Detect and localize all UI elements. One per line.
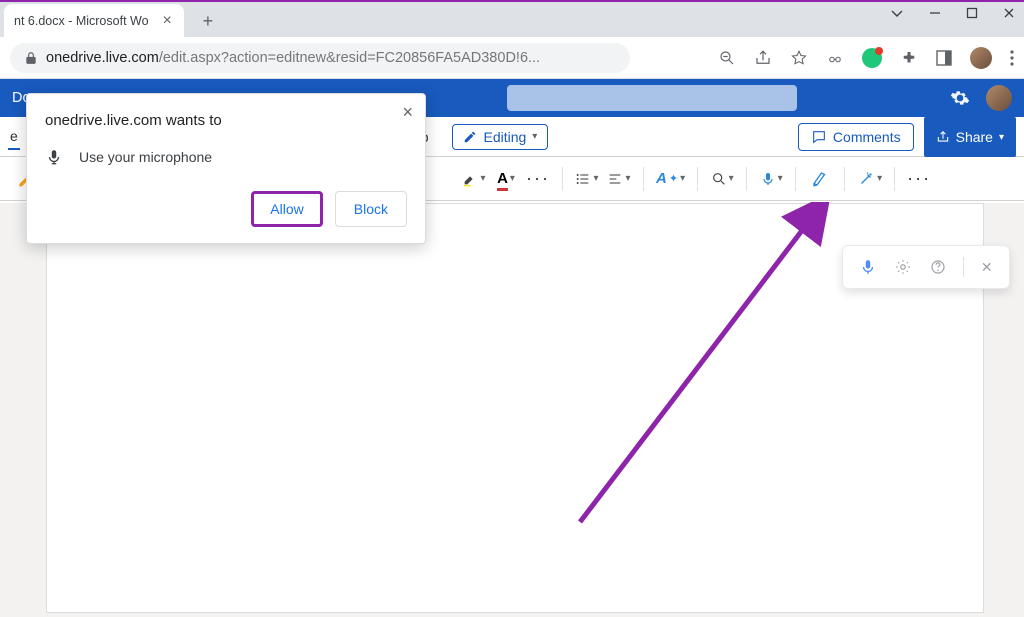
- permission-line: Use your microphone: [45, 147, 407, 167]
- browser-titlebar: nt 6.docx - Microsoft Wo × +: [0, 2, 1024, 37]
- maximize-icon[interactable]: [966, 7, 978, 19]
- align-button[interactable]: ▾: [605, 165, 633, 193]
- highlight-button[interactable]: ▾: [460, 165, 488, 193]
- dictate-button[interactable]: ▾: [757, 165, 785, 193]
- sidepanel-icon[interactable]: [936, 50, 952, 66]
- permission-dialog: × onedrive.live.com wants to Use your mi…: [26, 93, 426, 244]
- url-path: /edit.aspx?action=editnew&resid=FC20856F…: [159, 50, 540, 66]
- address-icons: [718, 47, 1014, 69]
- chevron-down-icon: ▾: [532, 131, 537, 142]
- dictation-close-icon[interactable]: ✕: [981, 259, 993, 276]
- tab-title: nt 6.docx - Microsoft Wo: [14, 14, 149, 28]
- editor-button[interactable]: [806, 165, 834, 193]
- bullets-button[interactable]: ▾: [573, 165, 601, 193]
- star-icon[interactable]: [790, 49, 808, 67]
- editing-label: Editing: [483, 129, 526, 145]
- microphone-icon: [45, 147, 63, 167]
- dictation-toolbar: ✕: [842, 245, 1010, 289]
- editing-mode-button[interactable]: Editing ▾: [452, 124, 548, 150]
- share-label: Share: [956, 129, 993, 145]
- close-tab-icon[interactable]: ×: [163, 12, 172, 30]
- minimize-icon[interactable]: [928, 6, 942, 20]
- chevron-down-icon: ▾: [999, 132, 1004, 143]
- block-button[interactable]: Block: [335, 191, 407, 227]
- zoom-icon[interactable]: [718, 49, 736, 67]
- permission-title: onedrive.live.com wants to: [45, 112, 407, 129]
- url-host: onedrive.live.com: [46, 50, 159, 66]
- permission-close-icon[interactable]: ×: [402, 102, 413, 123]
- new-tab-button[interactable]: +: [194, 7, 222, 35]
- url-box[interactable]: onedrive.live.com/edit.aspx?action=editn…: [10, 43, 630, 73]
- kebab-menu-icon[interactable]: [1010, 50, 1014, 66]
- designer-button[interactable]: ▾: [855, 165, 884, 193]
- comment-icon: [811, 129, 827, 145]
- share-icon: [936, 130, 950, 144]
- profile-avatar[interactable]: [970, 47, 992, 69]
- dictation-mic-icon[interactable]: [859, 257, 877, 277]
- find-button[interactable]: ▾: [708, 165, 736, 193]
- incognito-icon[interactable]: [826, 49, 844, 67]
- extension-icon[interactable]: [862, 48, 882, 68]
- allow-button[interactable]: Allow: [251, 191, 322, 227]
- dictation-help-icon[interactable]: [929, 258, 947, 276]
- styles-button[interactable]: A✦▾: [654, 165, 687, 193]
- share-button[interactable]: Share ▾: [924, 117, 1016, 157]
- search-box[interactable]: [507, 85, 797, 111]
- comments-button[interactable]: Comments: [798, 123, 914, 151]
- comments-label: Comments: [833, 129, 901, 145]
- permission-text: Use your microphone: [79, 149, 212, 165]
- ribbon-tab-fragment[interactable]: e: [8, 124, 20, 150]
- window-controls: [890, 6, 1016, 20]
- user-avatar[interactable]: [986, 85, 1012, 111]
- browser-tab[interactable]: nt 6.docx - Microsoft Wo ×: [4, 4, 184, 37]
- dictation-settings-icon[interactable]: [894, 258, 912, 276]
- pencil-icon: [463, 130, 477, 144]
- more-font-button[interactable]: ···: [524, 165, 552, 193]
- gear-icon[interactable]: [950, 88, 970, 108]
- font-color-button[interactable]: A▾: [492, 165, 520, 193]
- chevron-down-icon[interactable]: [890, 6, 904, 20]
- close-window-icon[interactable]: [1002, 6, 1016, 20]
- more-ribbon-button[interactable]: ···: [905, 165, 933, 193]
- puzzle-icon[interactable]: [900, 49, 918, 67]
- share-icon[interactable]: [754, 49, 772, 67]
- browser-addressbar: onedrive.live.com/edit.aspx?action=editn…: [0, 37, 1024, 79]
- lock-icon: [24, 51, 38, 65]
